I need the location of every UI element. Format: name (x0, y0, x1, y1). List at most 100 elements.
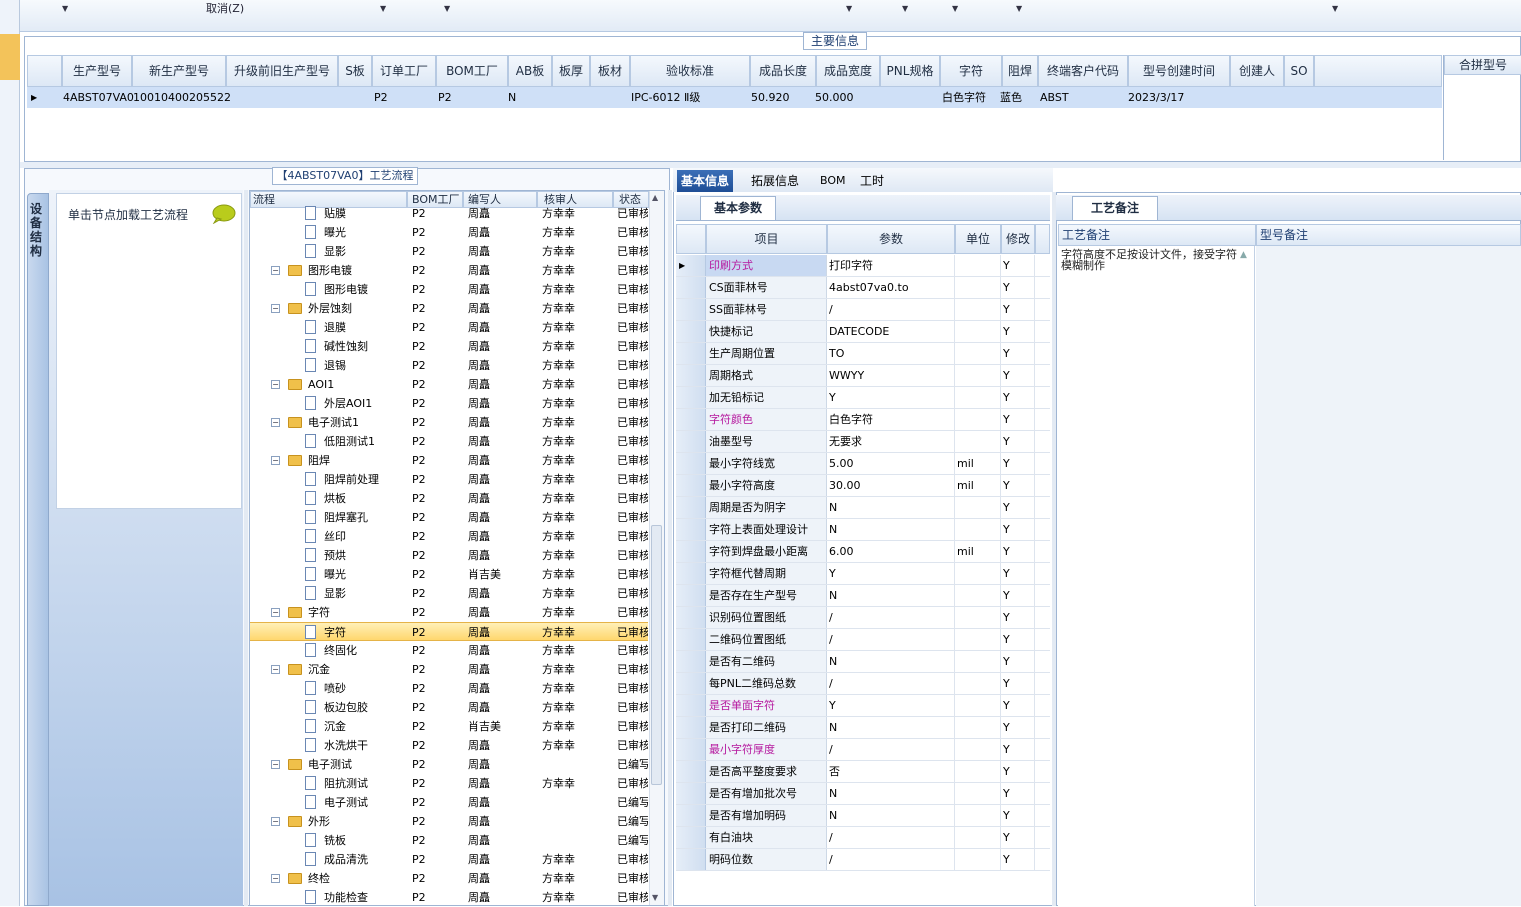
col-header[interactable]: 型号创建时间 (1128, 55, 1230, 87)
param-modify[interactable]: Y (1001, 475, 1035, 496)
param-modify[interactable]: Y (1001, 607, 1035, 628)
col-header[interactable]: PNL规格 (880, 55, 940, 87)
param-modify[interactable]: Y (1001, 365, 1035, 386)
param-row[interactable]: 周期格式 WWYY Y (676, 365, 1050, 387)
tree-row[interactable]: 终固化 P2 周矗 方幸幸 已审核 (250, 641, 648, 660)
table-row[interactable]: ▶ 4ABST07VA0 10010400205522 P2 P2 N IPC-… (27, 87, 1442, 108)
scroll-down-icon[interactable]: ▼ (652, 893, 658, 902)
chevron-down-icon[interactable]: ▼ (1016, 4, 1022, 13)
param-modify[interactable]: Y (1001, 695, 1035, 716)
tree-row[interactable]: 板边包胶 P2 周矗 方幸幸 已审核 (250, 698, 648, 717)
param-value[interactable]: Y (827, 387, 955, 408)
param-row[interactable]: 每PNL二维码总数 / Y (676, 673, 1050, 695)
param-value[interactable]: TO (827, 343, 955, 364)
col-header[interactable]: 板厚 (552, 55, 590, 87)
param-value[interactable]: 4abst07va0.to (827, 277, 955, 298)
param-value[interactable]: Y (827, 563, 955, 584)
tree-scroll-thumb[interactable] (651, 525, 662, 785)
param-modify[interactable]: Y (1001, 783, 1035, 804)
param-row[interactable]: 周期是否为阴字 N Y (676, 497, 1050, 519)
tree-row[interactable]: 沉金 P2 肖吉美 方幸幸 已审核 (250, 717, 648, 736)
collapse-icon[interactable]: − (271, 817, 280, 826)
tab-process-remark[interactable]: 工艺备注 (1072, 196, 1158, 220)
tree-row[interactable]: 显影 P2 周矗 方幸幸 已审核 (250, 242, 648, 261)
col-header[interactable]: SO (1284, 55, 1314, 87)
param-value[interactable]: DATECODE (827, 321, 955, 342)
param-row[interactable]: 二维码位置图纸 / Y (676, 629, 1050, 651)
param-modify[interactable]: Y (1001, 299, 1035, 320)
equipment-structure-tab[interactable] (27, 193, 49, 906)
param-value[interactable]: N (827, 519, 955, 540)
collapse-icon[interactable]: − (271, 665, 280, 674)
param-header-value[interactable]: 参数 (827, 224, 955, 254)
cell-ab[interactable]: N (508, 87, 516, 108)
param-value[interactable]: 白色字符 (827, 409, 955, 430)
tab-basic-info[interactable]: 基本信息 (677, 170, 734, 192)
tab-extended-info[interactable]: 拓展信息 (751, 170, 799, 192)
chevron-down-icon[interactable]: ▼ (444, 4, 450, 13)
param-modify[interactable]: Y (1001, 585, 1035, 606)
tree-row[interactable]: 曝光 P2 肖吉美 方幸幸 已审核 (250, 565, 648, 584)
param-value[interactable]: N (827, 651, 955, 672)
cell-bom-factory[interactable]: P2 (438, 87, 452, 108)
cell-standard[interactable]: IPC-6012 Ⅱ级 (631, 87, 700, 108)
param-row[interactable]: 是否单面字符 Y Y (676, 695, 1050, 717)
tree-row[interactable]: 显影 P2 周矗 方幸幸 已审核 (250, 584, 648, 603)
cancel-button[interactable]: 取消(Z) (206, 0, 244, 16)
param-modify[interactable]: Y (1001, 277, 1035, 298)
tree-row[interactable]: 预烘 P2 周矗 方幸幸 已审核 (250, 546, 648, 565)
col-header[interactable]: AB板 (508, 55, 552, 87)
param-row[interactable]: ▶ 印刷方式 打印字符 Y (676, 255, 1050, 277)
param-row[interactable]: 是否有二维码 N Y (676, 651, 1050, 673)
cell-length[interactable]: 50.920 (751, 87, 790, 108)
cell-mask[interactable]: 蓝色 (1000, 87, 1022, 108)
tree-row[interactable]: 碱性蚀刻 P2 周矗 方幸幸 已审核 (250, 337, 648, 356)
param-modify[interactable]: Y (1001, 805, 1035, 826)
param-modify[interactable]: Y (1001, 453, 1035, 474)
model-remark-area[interactable] (1256, 246, 1521, 906)
tree-row[interactable]: 图形电镀 P2 周矗 方幸幸 已审核 (250, 280, 648, 299)
param-modify[interactable]: Y (1001, 497, 1035, 518)
chevron-down-icon[interactable]: ▼ (1332, 4, 1338, 13)
param-row[interactable]: 加无铅标记 Y Y (676, 387, 1050, 409)
tree-row[interactable]: 功能检查 P2 周矗 方幸幸 已审核 (250, 888, 648, 907)
col-header[interactable]: S板 (338, 55, 372, 87)
tree-row[interactable]: 字符 P2 周矗 方幸幸 已审核 (250, 622, 648, 641)
tree-row[interactable]: 烘板 P2 周矗 方幸幸 已审核 (250, 489, 648, 508)
tree-row[interactable]: 退膜 P2 周矗 方幸幸 已审核 (250, 318, 648, 337)
param-value[interactable]: N (827, 783, 955, 804)
tree-row[interactable]: 外层AOI1 P2 周矗 方幸幸 已审核 (250, 394, 648, 413)
param-row[interactable]: CS面菲林号 4abst07va0.to Y (676, 277, 1050, 299)
tree-row[interactable]: − 字符 P2 周矗 方幸幸 已审核 (250, 603, 648, 622)
param-row[interactable]: 明码位数 / Y (676, 849, 1050, 871)
col-header[interactable]: 板材 (590, 55, 630, 87)
collapse-icon[interactable]: − (271, 456, 280, 465)
param-row[interactable]: 生产周期位置 TO Y (676, 343, 1050, 365)
param-value[interactable]: 5.00 (827, 453, 955, 474)
param-header-modify[interactable]: 修改 (1001, 224, 1035, 254)
param-value[interactable]: / (827, 827, 955, 848)
param-value[interactable]: WWYY (827, 365, 955, 386)
tree-row[interactable]: − 沉金 P2 周矗 方幸幸 已审核 (250, 660, 648, 679)
param-modify[interactable]: Y (1001, 431, 1035, 452)
chevron-down-icon[interactable]: ▼ (380, 4, 386, 13)
cell-char[interactable]: 白色字符 (942, 87, 986, 108)
chevron-down-icon[interactable]: ▼ (846, 4, 852, 13)
tree-row[interactable]: 贴膜 P2 周矗 方幸幸 已审核 (250, 204, 648, 223)
cell-order-factory[interactable]: P2 (374, 87, 388, 108)
tree-row[interactable]: − AOI1 P2 周矗 方幸幸 已审核 (250, 375, 648, 394)
tree-row[interactable]: 退锡 P2 周矗 方幸幸 已审核 (250, 356, 648, 375)
collapse-icon[interactable]: − (271, 380, 280, 389)
param-modify[interactable]: Y (1001, 827, 1035, 848)
tree-row[interactable]: − 外形 P2 周矗 已编写 (250, 812, 648, 831)
tree-row[interactable]: 丝印 P2 周矗 方幸幸 已审核 (250, 527, 648, 546)
param-modify[interactable]: Y (1001, 563, 1035, 584)
param-value[interactable]: 无要求 (827, 431, 955, 452)
tree-row[interactable]: 曝光 P2 周矗 方幸幸 已审核 (250, 223, 648, 242)
col-header[interactable]: 创建人 (1230, 55, 1284, 87)
param-value[interactable]: / (827, 299, 955, 320)
tree-row[interactable]: 水洗烘干 P2 周矗 方幸幸 已审核 (250, 736, 648, 755)
scroll-up-icon[interactable]: ▲ (1240, 250, 1253, 260)
param-row[interactable]: SS面菲林号 / Y (676, 299, 1050, 321)
param-modify[interactable]: Y (1001, 651, 1035, 672)
